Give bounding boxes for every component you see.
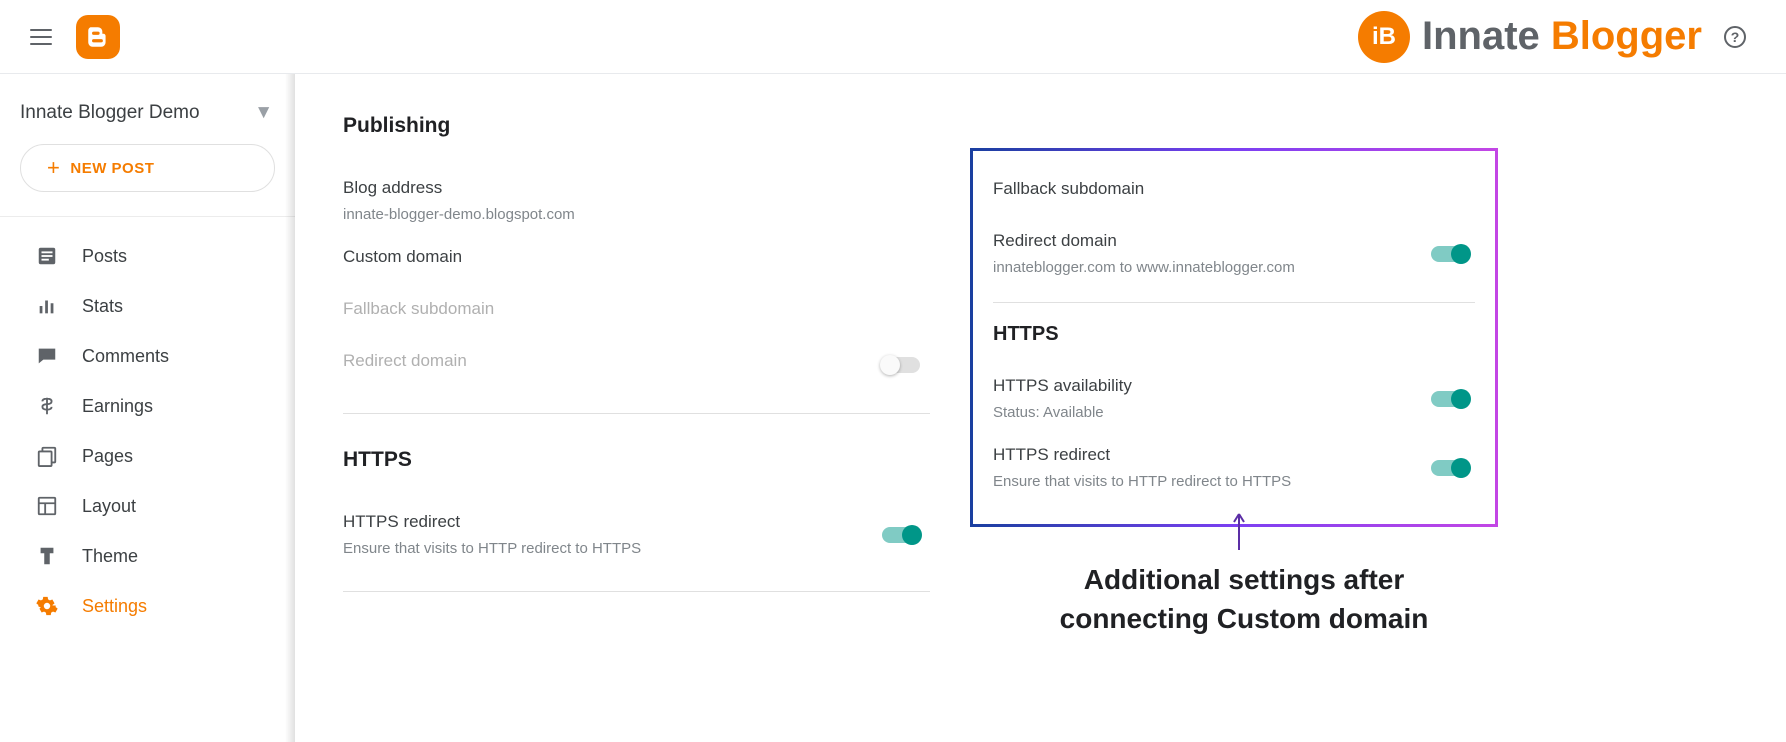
redirect-domain-row: Redirect domain [343, 339, 930, 391]
posts-icon [36, 245, 58, 267]
sidebar-item-theme[interactable]: Theme [0, 531, 295, 581]
https-redirect-label: HTTPS redirect [343, 512, 882, 532]
fallback-subdomain-label: Fallback subdomain [343, 299, 930, 319]
settings-panel: Publishing Blog address innate-blogger-d… [295, 74, 930, 742]
annotation-text: Additional settings after connecting Cus… [1034, 560, 1454, 638]
custom-domain-row[interactable]: Custom domain [343, 235, 930, 287]
callout-box: Fallback subdomain Redirect domain innat… [970, 148, 1498, 527]
callout-https-heading: HTTPS [993, 323, 1475, 346]
callout-https-redirect-toggle[interactable] [1431, 460, 1469, 476]
nav-label: Posts [82, 246, 127, 267]
callout-redirect-row[interactable]: Redirect domain innateblogger.com to www… [993, 219, 1475, 288]
redirect-domain-toggle [882, 357, 920, 373]
stats-icon [36, 295, 58, 317]
settings-icon [36, 595, 58, 617]
hamburger-menu-icon[interactable] [30, 29, 52, 45]
sidebar: Innate Blogger Demo ▼ + NEW POST Posts S… [0, 74, 295, 742]
nav-label: Stats [82, 296, 123, 317]
annotation-arrow-icon [1231, 512, 1247, 552]
https-redirect-toggle[interactable] [882, 527, 920, 543]
help-icon[interactable]: ? [1724, 26, 1746, 48]
blog-address-value: innate-blogger-demo.blogspot.com [343, 206, 930, 223]
earnings-icon [36, 395, 58, 417]
new-post-label: NEW POST [70, 160, 154, 177]
nav-label: Earnings [82, 396, 153, 417]
callout-fallback-label: Fallback subdomain [993, 179, 1469, 199]
theme-icon [36, 545, 58, 567]
new-post-button[interactable]: + NEW POST [20, 144, 275, 192]
blog-selector[interactable]: Innate Blogger Demo ▼ [0, 96, 295, 144]
custom-domain-label: Custom domain [343, 247, 930, 267]
callout-avail-sub: Status: Available [993, 404, 1431, 421]
nav-label: Theme [82, 546, 138, 567]
brand-name: Innate Blogger [1422, 14, 1702, 59]
sidebar-item-earnings[interactable]: Earnings [0, 381, 295, 431]
callout-https-redirect-sub: Ensure that visits to HTTP redirect to H… [993, 473, 1431, 490]
callout-avail-label: HTTPS availability [993, 376, 1431, 396]
blog-address-row[interactable]: Blog address innate-blogger-demo.blogspo… [343, 166, 930, 235]
divider [0, 216, 295, 217]
https-heading: HTTPS [343, 448, 930, 472]
divider [993, 302, 1475, 303]
publishing-heading: Publishing [343, 114, 930, 138]
sidebar-item-layout[interactable]: Layout [0, 481, 295, 531]
sidebar-item-settings[interactable]: Settings [0, 581, 295, 631]
callout-redirect-label: Redirect domain [993, 231, 1431, 251]
blog-name: Innate Blogger Demo [20, 102, 200, 124]
sidebar-item-stats[interactable]: Stats [0, 281, 295, 331]
callout-fallback-row[interactable]: Fallback subdomain [993, 167, 1475, 219]
callout-https-redirect-label: HTTPS redirect [993, 445, 1431, 465]
https-redirect-row[interactable]: HTTPS redirect Ensure that visits to HTT… [343, 500, 930, 569]
sidebar-item-comments[interactable]: Comments [0, 331, 295, 381]
divider [343, 413, 930, 414]
callout-redirect-sub: innateblogger.com to www.innateblogger.c… [993, 259, 1431, 276]
redirect-domain-label: Redirect domain [343, 351, 882, 371]
https-redirect-sub: Ensure that visits to HTTP redirect to H… [343, 540, 882, 557]
nav-label: Pages [82, 446, 133, 467]
divider [343, 591, 930, 592]
sidebar-item-posts[interactable]: Posts [0, 231, 295, 281]
callout-redirect-toggle[interactable] [1431, 246, 1469, 262]
fallback-subdomain-row: Fallback subdomain [343, 287, 930, 339]
nav-label: Comments [82, 346, 169, 367]
callout-avail-toggle[interactable] [1431, 391, 1469, 407]
pages-icon [36, 445, 58, 467]
callout-https-availability-row[interactable]: HTTPS availability Status: Available [993, 364, 1475, 433]
layout-icon [36, 495, 58, 517]
chevron-down-icon: ▼ [254, 102, 273, 124]
topbar: iB Innate Blogger ? [0, 0, 1786, 74]
callout-https-redirect-row[interactable]: HTTPS redirect Ensure that visits to HTT… [993, 433, 1475, 502]
innate-blogger-badge: iB [1358, 11, 1410, 63]
sidebar-item-pages[interactable]: Pages [0, 431, 295, 481]
nav-label: Layout [82, 496, 136, 517]
nav-label: Settings [82, 596, 147, 617]
blog-address-label: Blog address [343, 178, 930, 198]
blogger-logo[interactable] [76, 15, 120, 59]
plus-icon: + [47, 157, 60, 179]
comments-icon [36, 345, 58, 367]
